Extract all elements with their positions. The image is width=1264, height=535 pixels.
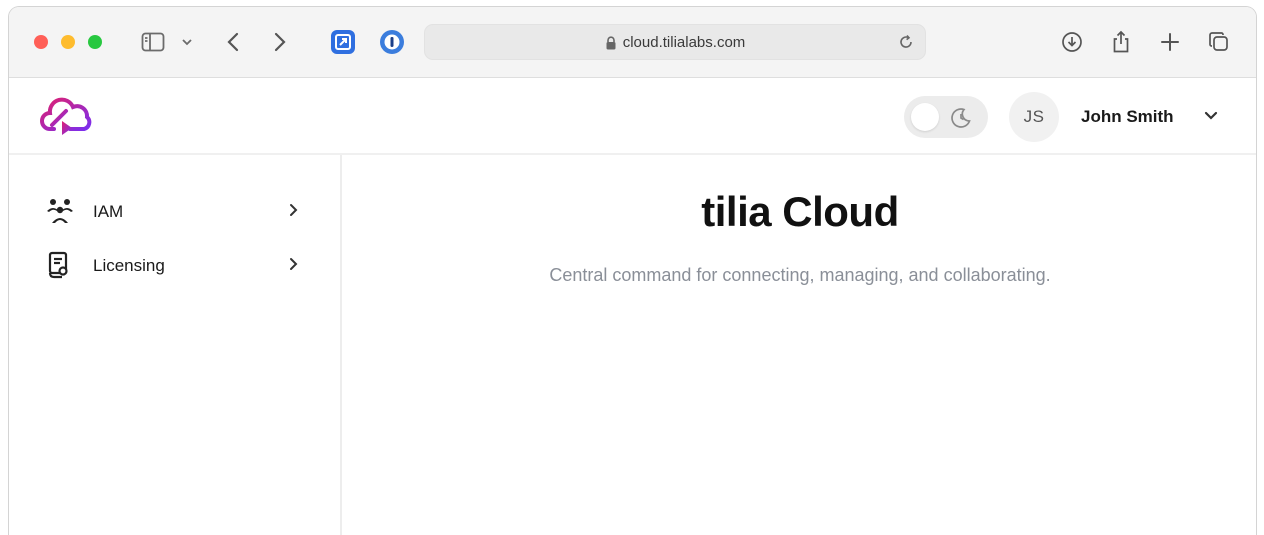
- minimize-window-button[interactable]: [61, 35, 75, 49]
- browser-toolbar: cloud.tilialabs.com: [9, 7, 1256, 78]
- forward-icon[interactable]: [268, 28, 292, 56]
- toggle-knob: [911, 103, 939, 131]
- avatar[interactable]: JS: [1009, 92, 1059, 142]
- sidebar-item-iam[interactable]: IAM: [9, 190, 340, 230]
- moon-clock-icon: [949, 106, 973, 135]
- downloads-icon[interactable]: [1059, 28, 1085, 56]
- close-window-button[interactable]: [34, 35, 48, 49]
- sidebar: IAM Licensing: [9, 155, 342, 535]
- url-text: cloud.tilialabs.com: [622, 34, 746, 51]
- users-icon: [45, 197, 75, 230]
- theme-toggle[interactable]: [904, 96, 988, 138]
- chevron-down-icon[interactable]: [177, 28, 197, 56]
- user-name[interactable]: John Smith: [1081, 107, 1174, 127]
- share-icon[interactable]: [1108, 28, 1134, 56]
- sidebar-toggle-icon[interactable]: [137, 28, 169, 56]
- password-manager-icon[interactable]: [378, 28, 406, 56]
- address-bar[interactable]: cloud.tilialabs.com: [424, 24, 926, 60]
- chevron-down-icon[interactable]: [1204, 109, 1218, 127]
- browser-window: cloud.tilialabs.com JS John Smith IAM Li…: [8, 6, 1257, 535]
- tab-overview-icon[interactable]: [1206, 28, 1232, 56]
- app-header: JS John Smith: [9, 78, 1256, 155]
- main-content: tilia Cloud Central command for connecti…: [344, 155, 1256, 535]
- page-subtitle: Central command for connecting, managing…: [549, 265, 1051, 285]
- back-icon[interactable]: [221, 28, 245, 56]
- chevron-right-icon: [288, 257, 298, 276]
- tilia-cloud-logo[interactable]: [40, 95, 96, 142]
- sidebar-item-licensing[interactable]: Licensing: [9, 244, 340, 284]
- sidebar-item-label: Licensing: [93, 256, 165, 275]
- license-icon: [45, 251, 71, 284]
- page-title: tilia Cloud: [701, 188, 899, 235]
- bookmarks-extension-icon[interactable]: [329, 28, 357, 56]
- zoom-window-button[interactable]: [88, 35, 102, 49]
- chevron-right-icon: [288, 203, 298, 222]
- lock-icon: [606, 35, 616, 49]
- sidebar-item-label: IAM: [93, 202, 124, 221]
- new-tab-icon[interactable]: [1157, 28, 1183, 56]
- reload-icon[interactable]: [897, 33, 915, 56]
